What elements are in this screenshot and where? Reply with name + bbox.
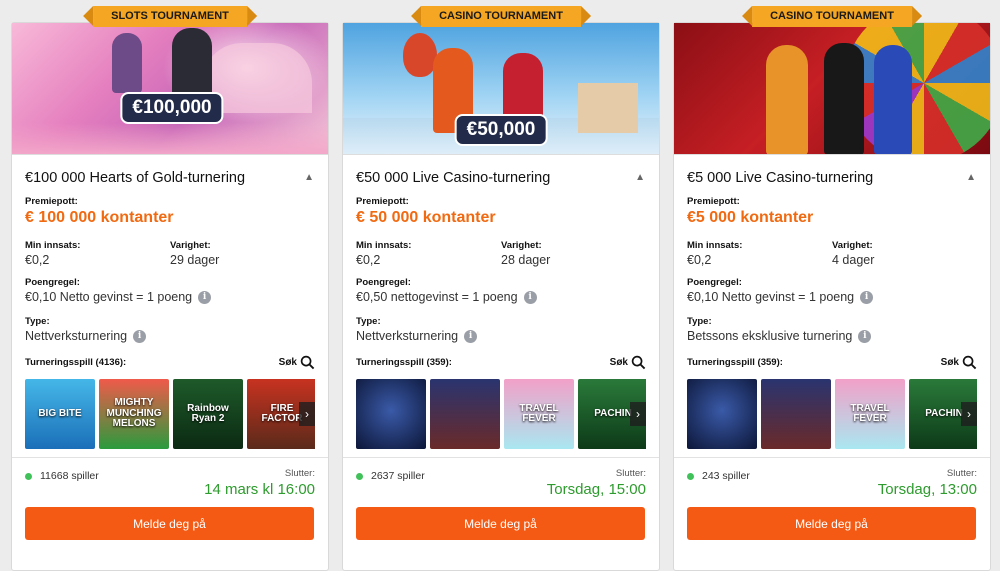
tournament-title: €5 000 Live Casino-turnering	[687, 169, 874, 186]
tournament-card: SLOTS TOURNAMENT €100,000 €100 000 Heart…	[11, 6, 329, 571]
player-count: 2637 spiller	[371, 470, 425, 482]
game-thumbnail[interactable]	[687, 379, 757, 449]
ends-value: 14 mars kl 16:00	[204, 481, 315, 498]
tournament-card: CASINO TOURNAMENT €5 000 Live Casino-tur…	[673, 6, 991, 571]
game-thumbnail[interactable]	[356, 379, 426, 449]
chevron-right-icon[interactable]: ›	[630, 402, 646, 426]
tournament-title: €100 000 Hearts of Gold-turnering	[25, 169, 246, 186]
duration-label: Varighet:	[170, 240, 211, 251]
chevron-up-icon[interactable]: ▲	[304, 172, 314, 183]
search-label: Søk	[940, 357, 959, 368]
prize-pool-label: Premiepott:	[356, 196, 409, 207]
search-label: Søk	[278, 357, 297, 368]
join-button[interactable]: Melde deg på	[25, 507, 314, 540]
search-label: Søk	[609, 357, 628, 368]
online-dot-icon	[25, 472, 32, 480]
chevron-right-icon[interactable]: ›	[299, 402, 315, 426]
search-games-button[interactable]: Søk	[941, 355, 977, 370]
prize-pool-label: Premiepott:	[687, 196, 740, 207]
type-value: Nettverksturnering	[25, 329, 128, 343]
tournament-category-ribbon: SLOTS TOURNAMENT	[83, 6, 257, 27]
games-carousel: BIG BITE MIGHTY MUNCHING MELONS Rainbow …	[25, 379, 315, 449]
min-bet-value: €0,2	[356, 253, 381, 267]
type-label: Type:	[25, 316, 50, 327]
online-dot-icon	[687, 472, 694, 480]
info-icon[interactable]: i	[464, 329, 478, 343]
player-count: 243 spiller	[702, 470, 750, 482]
prize-pool-label: Premiepott:	[25, 196, 78, 207]
min-bet-value: €0,2	[687, 253, 712, 267]
info-icon[interactable]: i	[858, 329, 872, 343]
points-rule-label: Poengregel:	[687, 277, 742, 288]
tournament-games-label: Turneringsspill (4136):	[25, 357, 127, 368]
duration-label: Varighet:	[501, 240, 542, 251]
points-rule-value: €0,50 nettogevinst = 1 poeng	[356, 290, 518, 304]
points-rule-value: €0,10 Netto gevinst = 1 poeng	[687, 290, 855, 304]
type-value: Nettverksturnering	[356, 329, 459, 343]
game-thumbnail[interactable]: TRAVEL FEVER	[504, 379, 574, 449]
duration-value: 29 dager	[170, 253, 220, 267]
type-label: Type:	[687, 316, 712, 327]
game-thumbnail[interactable]	[430, 379, 500, 449]
type-label: Type:	[356, 316, 381, 327]
info-icon[interactable]: i	[198, 290, 212, 304]
duration-label: Varighet:	[832, 240, 873, 251]
ends-label: Slutter:	[284, 468, 315, 479]
ends-label: Slutter:	[946, 468, 977, 479]
ends-label: Slutter:	[615, 468, 646, 479]
join-button[interactable]: Melde deg på	[356, 507, 645, 540]
hero-prize-badge: €100,000	[120, 92, 224, 124]
prize-pool-value: €5 000 kontanter	[687, 209, 814, 226]
tournament-games-label: Turneringsspill (359):	[687, 357, 783, 368]
tournament-hero-image[interactable]: €100,000	[12, 23, 328, 155]
tournament-games-label: Turneringsspill (359):	[356, 357, 452, 368]
prize-pool-value: € 100 000 kontanter	[25, 209, 174, 226]
search-games-button[interactable]: Søk	[279, 355, 315, 370]
magnifier-icon	[300, 355, 315, 370]
game-thumbnail[interactable]: Rainbow Ryan 2	[173, 379, 243, 449]
search-games-button[interactable]: Søk	[610, 355, 646, 370]
tournament-category-ribbon: CASINO TOURNAMENT	[742, 6, 922, 27]
ends-value: Torsdag, 15:00	[546, 481, 646, 498]
info-icon[interactable]: i	[133, 329, 147, 343]
tournament-card: CASINO TOURNAMENT €50,000 €50 000 Live C…	[342, 6, 660, 571]
tournament-title: €50 000 Live Casino-turnering	[356, 169, 551, 186]
type-value: Betssons eksklusive turnering	[687, 329, 853, 343]
tournament-hero-image[interactable]: €50,000	[343, 23, 659, 155]
points-rule-label: Poengregel:	[25, 277, 80, 288]
tournament-category-ribbon: CASINO TOURNAMENT	[411, 6, 591, 27]
game-thumbnail[interactable]	[761, 379, 831, 449]
online-dot-icon	[356, 472, 363, 480]
info-icon[interactable]: i	[860, 290, 874, 304]
chevron-right-icon[interactable]: ›	[961, 402, 977, 426]
info-icon[interactable]: i	[523, 290, 537, 304]
magnifier-icon	[962, 355, 977, 370]
game-thumbnail[interactable]: TRAVEL FEVER	[835, 379, 905, 449]
chevron-up-icon[interactable]: ▲	[635, 172, 645, 183]
duration-value: 28 dager	[501, 253, 551, 267]
tournament-hero-image[interactable]	[674, 23, 990, 155]
min-bet-label: Min innsats:	[687, 240, 743, 251]
chevron-up-icon[interactable]: ▲	[966, 172, 976, 183]
join-button[interactable]: Melde deg på	[687, 507, 976, 540]
min-bet-label: Min innsats:	[356, 240, 412, 251]
points-rule-label: Poengregel:	[356, 277, 411, 288]
games-carousel: TRAVEL FEVER PACHIN ›	[356, 379, 646, 449]
min-bet-value: €0,2	[25, 253, 50, 267]
duration-value: 4 dager	[832, 253, 875, 267]
game-thumbnail[interactable]: MIGHTY MUNCHING MELONS	[99, 379, 169, 449]
games-carousel: TRAVEL FEVER PACHIN ›	[687, 379, 977, 449]
min-bet-label: Min innsats:	[25, 240, 81, 251]
player-count: 11668 spiller	[40, 470, 99, 482]
ends-value: Torsdag, 13:00	[877, 481, 977, 498]
game-thumbnail[interactable]: BIG BITE	[25, 379, 95, 449]
prize-pool-value: € 50 000 kontanter	[356, 209, 496, 226]
magnifier-icon	[631, 355, 646, 370]
hero-prize-badge: €50,000	[454, 114, 548, 146]
points-rule-value: €0,10 Netto gevinst = 1 poeng	[25, 290, 193, 304]
